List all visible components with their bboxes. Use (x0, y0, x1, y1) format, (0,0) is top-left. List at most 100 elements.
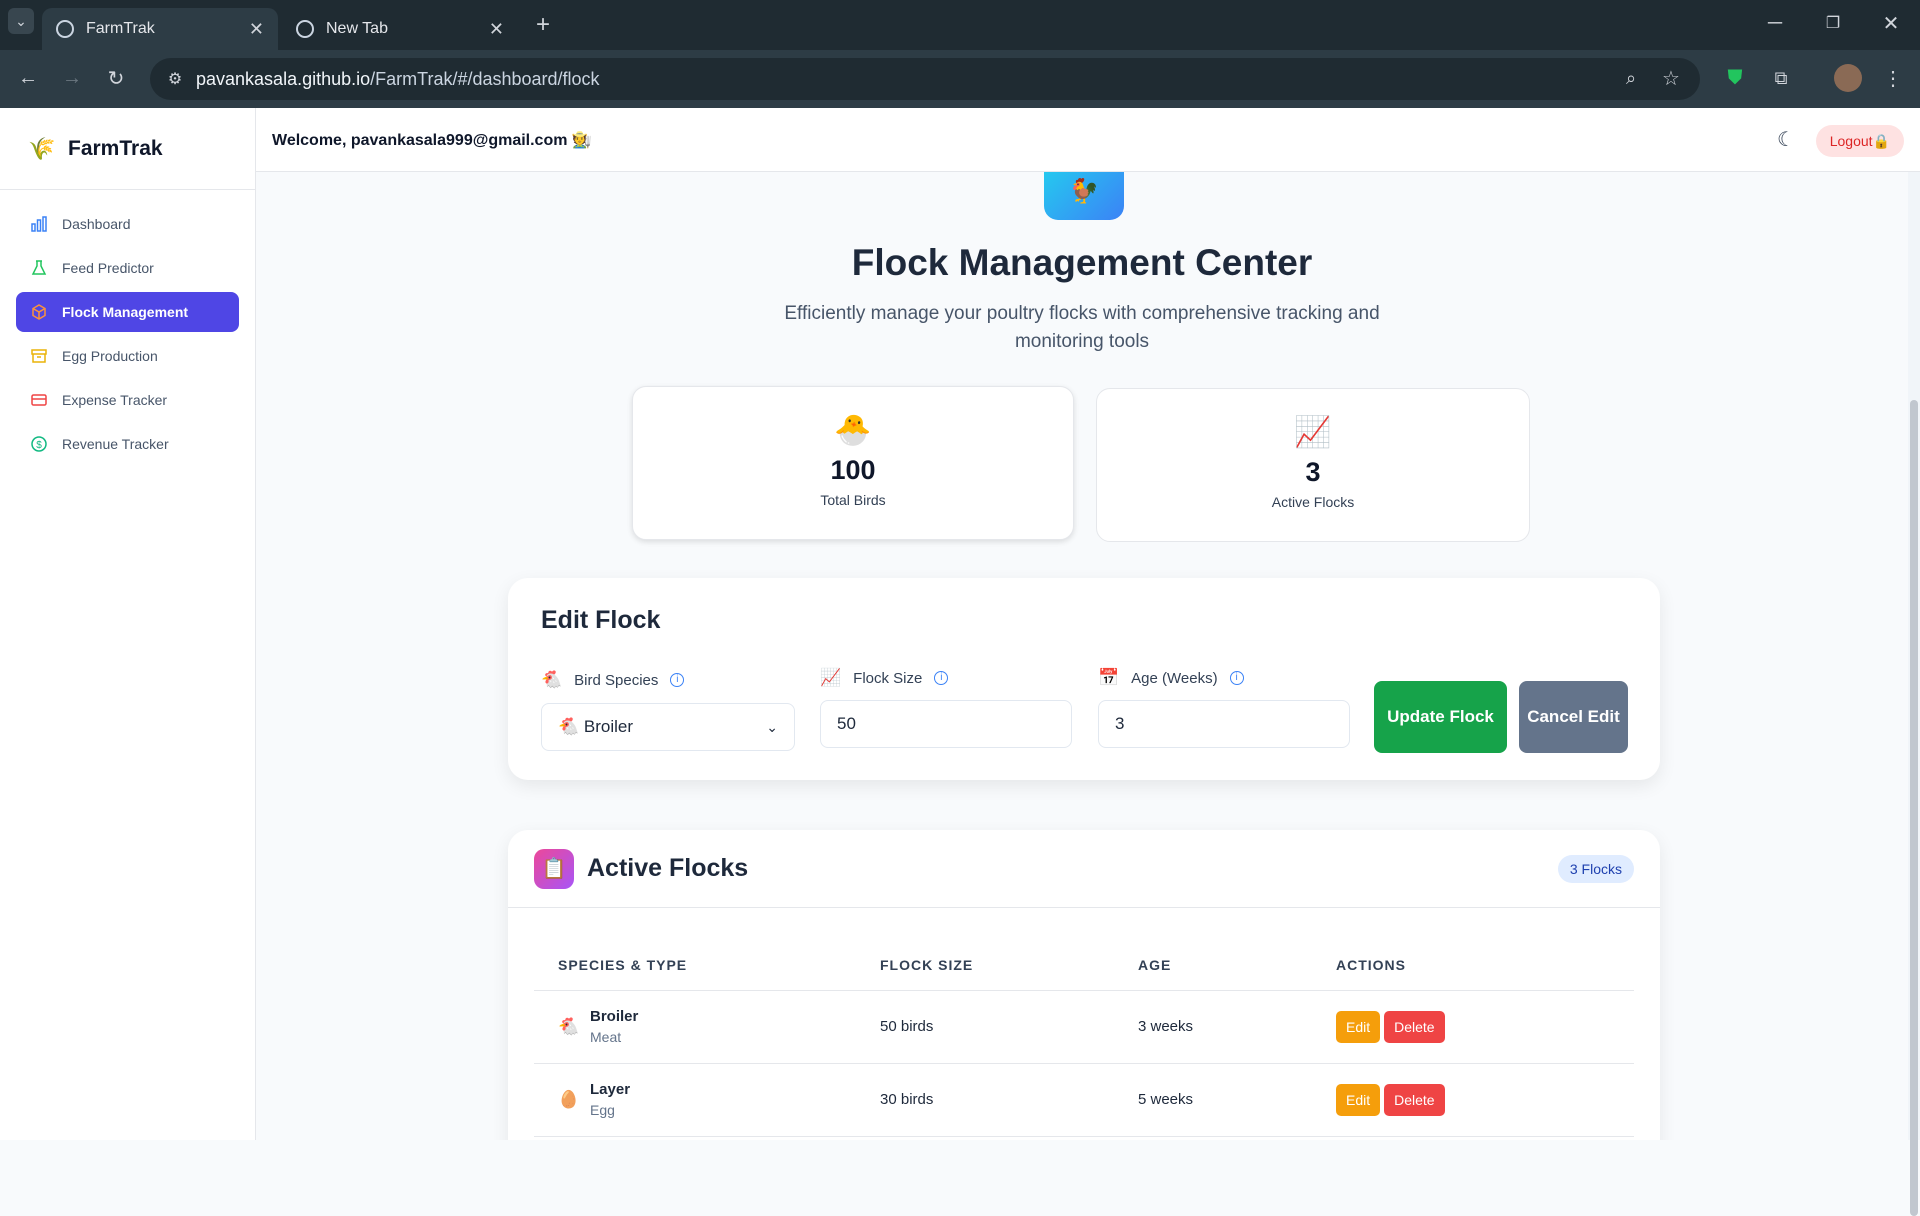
stat-label: Active Flocks (1271, 494, 1355, 510)
archive-icon (30, 347, 48, 365)
close-tab-icon[interactable]: ✕ (249, 19, 264, 40)
logout-button[interactable]: Logout🔒 (1815, 125, 1904, 157)
sidebar-item-feed-predictor[interactable]: Feed Predictor (16, 248, 239, 288)
edit-flock-card: Edit Flock 🐔 Bird Species i 🐔 Broiler ⌄ … (508, 578, 1660, 780)
chevron-down-icon: ⌄ (766, 718, 778, 735)
stat-card-total-birds: 🐣 100 Total Birds (632, 386, 1074, 540)
welcome-text: Welcome, pavankasala999@gmail.com 🧑‍🌾 (272, 131, 592, 149)
sidebar-item-label: Feed Predictor (62, 260, 154, 276)
minimize-icon[interactable]: ─ (1760, 8, 1790, 38)
tab-farmtrak[interactable]: FarmTrak ✕ (42, 8, 278, 50)
sidebar-item-egg-production[interactable]: Egg Production (16, 336, 239, 376)
calendar-icon: 📅 (1098, 668, 1120, 687)
species-cell: 🥚 Layer Egg (534, 1063, 856, 1137)
sidebar-item-label: Expense Tracker (62, 392, 168, 408)
actions-cell: Edit Delete (1312, 990, 1634, 1064)
stat-value: 100 (830, 455, 876, 485)
sidebar-item-revenue-tracker[interactable]: $ Revenue Tracker (16, 424, 239, 464)
sidebar: 🌾 FarmTrak Dashboard Feed Predictor Floc… (0, 108, 256, 1140)
restore-icon[interactable]: ❐ (1818, 8, 1848, 38)
species-select[interactable]: 🐔 Broiler ⌄ (541, 703, 795, 751)
table-header-row: SPECIES & TYPE FLOCK SIZE AGE ACTIONS (534, 940, 1634, 991)
column-header: AGE (1114, 940, 1312, 991)
age-label: 📅 Age (Weeks) i (1098, 668, 1244, 688)
brand-name: FarmTrak (68, 136, 163, 160)
table-row: 🥚 Layer Egg 30 birds 5 weeks Edit Delete (534, 1063, 1634, 1137)
bookmark-star-icon[interactable]: ☆ (1656, 63, 1686, 93)
sidebar-item-label: Egg Production (62, 348, 158, 364)
column-header: SPECIES & TYPE (534, 940, 856, 991)
bar-chart-icon (30, 215, 48, 233)
age-cell: 5 weeks (1114, 1063, 1312, 1137)
url-field[interactable]: pavankasala.github.io/FarmTrak/#/dashboa… (150, 58, 1700, 100)
page-subtitle: Efficiently manage your poultry flocks w… (784, 303, 1380, 352)
chart-increasing-icon: 📈 (1294, 416, 1332, 449)
new-tab-icon[interactable]: + (528, 10, 558, 40)
column-header: FLOCK SIZE (856, 940, 1114, 991)
delete-button[interactable]: Delete (1384, 1083, 1445, 1116)
info-icon[interactable]: i (670, 673, 685, 687)
hero-chicken-icon: 🐓 (1044, 172, 1124, 220)
age-input[interactable]: 3 (1098, 700, 1350, 748)
url-path: /FarmTrak/#/dashboard/flock (370, 68, 600, 89)
age-value: 3 (1115, 714, 1125, 733)
credit-card-icon (30, 391, 48, 409)
update-flock-button[interactable]: Update Flock (1374, 681, 1507, 753)
tab-search-icon[interactable]: ⌄ (8, 8, 34, 34)
species-type: Meat (590, 1029, 622, 1045)
flask-icon (30, 259, 48, 277)
url-host: pavankasala.github.io (196, 68, 371, 89)
page-scrollbar[interactable] (1908, 172, 1920, 1216)
size-label: 📈 Flock Size i (820, 668, 949, 688)
edit-flock-title: Edit Flock (541, 606, 661, 634)
active-flocks-card: 📋 Active Flocks 3 Flocks SPECIES & TYPE … (508, 830, 1660, 1140)
tab-title: FarmTrak (86, 20, 155, 37)
flock-size-input[interactable]: 50 (820, 700, 1072, 748)
close-tab-icon[interactable]: ✕ (489, 19, 504, 40)
dark-mode-toggle-icon[interactable]: ☾ (1774, 128, 1798, 152)
main-content: 🐓 Flock Management Center Efficiently ma… (256, 172, 1908, 1140)
species-label-text: Bird Species (574, 671, 659, 689)
age-cell: 3 weeks (1114, 990, 1312, 1064)
stat-card-active-flocks: 📈 3 Active Flocks (1096, 388, 1530, 542)
clipboard-icon: 📋 (534, 848, 574, 889)
age-label-text: Age (Weeks) (1131, 669, 1218, 687)
avatar[interactable] (1834, 64, 1862, 92)
shield-extension-icon[interactable]: ⛊ (1720, 63, 1750, 93)
chrome-icon (296, 20, 314, 38)
tab-new-tab[interactable]: New Tab ✕ (282, 8, 518, 50)
sidebar-item-flock-management[interactable]: Flock Management (16, 292, 239, 332)
top-bar: Welcome, pavankasala999@gmail.com 🧑‍🌾 ☾ … (256, 108, 1920, 172)
flock-count-badge: 3 Flocks (1557, 854, 1634, 883)
tab-title: New Tab (326, 20, 388, 37)
cancel-edit-button[interactable]: Cancel Edit (1519, 681, 1628, 753)
edit-button[interactable]: Edit (1336, 1010, 1381, 1043)
sidebar-nav: Dashboard Feed Predictor Flock Managemen… (0, 190, 255, 482)
info-icon[interactable]: i (1229, 671, 1244, 685)
species-name: Broiler (590, 1008, 639, 1025)
flocks-table: SPECIES & TYPE FLOCK SIZE AGE ACTIONS 🐔 … (534, 940, 1634, 1137)
actions-cell: Edit Delete (1312, 1063, 1634, 1137)
species-name: Layer (590, 1081, 631, 1098)
back-icon[interactable]: ← (12, 62, 44, 94)
delete-button[interactable]: Delete (1384, 1010, 1445, 1043)
brand[interactable]: 🌾 FarmTrak (0, 108, 255, 190)
extensions-icon[interactable]: ⧉ (1766, 63, 1796, 93)
forward-icon[interactable]: → (56, 62, 88, 94)
reload-icon[interactable]: ↻ (100, 62, 132, 94)
stat-label: Total Birds (820, 492, 886, 508)
zoom-icon[interactable]: ⌕ (1616, 63, 1646, 93)
scrollbar-thumb[interactable] (1910, 400, 1918, 1216)
svg-text:$: $ (36, 440, 42, 451)
species-select-value: 🐔 Broiler (558, 717, 634, 736)
edit-button[interactable]: Edit (1336, 1083, 1381, 1116)
close-window-icon[interactable]: ✕ (1876, 8, 1906, 38)
chart-increasing-icon: 📈 (820, 668, 842, 687)
info-icon[interactable]: i (934, 671, 949, 685)
flock-size-cell: 30 birds (856, 1063, 1114, 1137)
sidebar-item-expense-tracker[interactable]: Expense Tracker (16, 380, 239, 420)
site-settings-icon[interactable]: ⚙ (160, 64, 190, 94)
sidebar-item-dashboard[interactable]: Dashboard (16, 204, 239, 244)
menu-kebab-icon[interactable]: ⋮ (1878, 63, 1908, 93)
sidebar-item-label: Revenue Tracker (62, 436, 169, 452)
